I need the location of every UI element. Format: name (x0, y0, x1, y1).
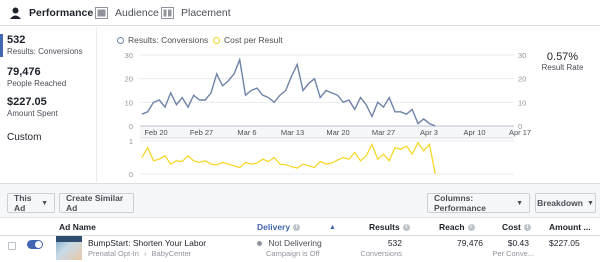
ad-breadcrumb: Prenatal Opt-In › BabyCenter (88, 249, 191, 258)
x-tick-label: Apr 10 (463, 128, 485, 137)
reach-value: 79,476 (457, 238, 483, 248)
column-label: Results (369, 222, 400, 232)
tab-label: Placement (181, 7, 231, 19)
result-rate-label: Result Rate (541, 63, 584, 72)
y-tick-label: 30 (125, 51, 133, 60)
x-tick-label: Feb 20 (144, 128, 167, 137)
button-label: Breakdown (537, 198, 583, 208)
column-delivery[interactable]: Delivery i ▲ (257, 222, 336, 232)
y-tick-label-right: 10 (518, 98, 526, 107)
metric-label: Results: Conversions (7, 47, 83, 56)
table-row: BumpStart: Shorten Your Labor Prenatal O… (0, 236, 600, 262)
chevron-down-icon: ▼ (516, 199, 523, 207)
breakdown-dropdown[interactable]: Breakdown ▼ (535, 193, 596, 213)
audience-icon (95, 7, 108, 19)
tab-audience[interactable]: Audience (95, 5, 159, 21)
y-tick-label: 10 (125, 98, 133, 107)
column-cost[interactable]: Cost i (502, 222, 531, 232)
campaign-link[interactable]: BabyCenter (152, 249, 192, 258)
columns-dropdown[interactable]: Columns: Performance ▼ (427, 193, 530, 213)
chevron-right-icon: › (143, 249, 147, 258)
column-label: Ad Name (59, 222, 96, 232)
result-rate-value: 0.57% (546, 51, 579, 63)
metric-spent[interactable]: $227.05 Amount Spent (0, 96, 95, 119)
column-label: Amount ... (549, 222, 591, 232)
amount-value: $227.05 (549, 238, 580, 248)
cost-value: $0.43 (507, 238, 529, 248)
column-label: Cost (502, 222, 521, 232)
status-toggle[interactable] (27, 240, 43, 249)
column-reach[interactable]: Reach i (439, 222, 475, 232)
results-sub: Conversions (360, 249, 402, 258)
table-toolbar: This Ad ▼ Create Similar Ad Columns: Per… (0, 184, 600, 218)
metric-label: People Reached (7, 79, 67, 88)
chevron-down-icon: ▼ (586, 199, 594, 207)
toggle-knob (35, 241, 42, 248)
delivery-status: Not Delivering (257, 238, 322, 248)
x-tick-label: Feb 27 (190, 128, 213, 137)
x-tick-label: Mar 6 (237, 128, 256, 137)
results-value: 532 (387, 238, 402, 248)
info-icon[interactable]: i (467, 223, 475, 231)
column-amount[interactable]: Amount ... (549, 222, 591, 232)
delivery-label: Not Delivering (268, 238, 322, 248)
x-tick-label: Apr 3 (420, 128, 438, 137)
column-label: Delivery (257, 222, 291, 232)
metric-results[interactable]: 532 Results: Conversions (0, 34, 95, 57)
thumbnail-banner (56, 236, 82, 242)
y-tick-label: 0 (129, 122, 133, 131)
button-label: Columns: Performance (434, 193, 486, 213)
y-tick-label: 20 (125, 75, 133, 84)
column-results[interactable]: Results i (369, 222, 410, 232)
tab-placement[interactable]: Placement (161, 5, 231, 21)
placement-icon (161, 7, 174, 19)
info-icon[interactable]: i (402, 223, 410, 231)
chevron-down-icon: ▼ (41, 199, 48, 207)
cost-sub: Per Conve... (492, 249, 534, 258)
x-tick-label: Mar 27 (372, 128, 395, 137)
delivery-sub: Campaign is Off (266, 249, 320, 258)
x-tick-label: Mar 20 (326, 128, 349, 137)
info-icon[interactable]: i (523, 223, 531, 231)
result-rate: 0.57% Result Rate (525, 51, 600, 72)
metrics-panel: 532 Results: Conversions 79,476 People R… (0, 27, 95, 182)
y-tick-label: 1 (129, 137, 133, 146)
create-similar-ad-button[interactable]: Create Similar Ad (59, 193, 134, 213)
performance-chart: Results: Conversions Cost per Result 001… (96, 27, 600, 182)
button-label: This Ad (14, 193, 32, 213)
tab-label: Audience (115, 7, 159, 19)
x-tick-label: Mar 13 (281, 128, 304, 137)
table-header: Ad Name Delivery i ▲ Results i Reach i C… (0, 218, 600, 236)
tab-bar: Performance Audience Placement (0, 0, 600, 26)
metric-label: Amount Spent (7, 109, 58, 118)
custom-metric-link[interactable]: Custom (7, 132, 41, 143)
y-tick-label-right: 20 (518, 75, 526, 84)
metric-value: 79,476 (7, 66, 41, 78)
ad-thumbnail[interactable] (56, 236, 82, 260)
row-checkbox[interactable] (8, 242, 16, 250)
metric-value: $227.05 (7, 96, 47, 108)
metric-value: 532 (7, 34, 26, 46)
this-ad-dropdown[interactable]: This Ad ▼ (7, 193, 55, 213)
series-cost-line (141, 141, 436, 175)
metric-reach[interactable]: 79,476 People Reached (0, 66, 95, 89)
adset-link[interactable]: Prenatal Opt-In (88, 249, 139, 258)
person-icon (9, 7, 22, 19)
button-label: Create Similar Ad (66, 193, 124, 213)
ad-name-link[interactable]: BumpStart: Shorten Your Labor (88, 238, 206, 248)
sort-asc-icon: ▲ (329, 223, 336, 231)
column-label: Reach (439, 222, 465, 232)
status-dot-icon (257, 241, 262, 246)
series-conversions-line (141, 57, 436, 127)
x-tick-label: Apr 17 (509, 128, 531, 137)
info-icon[interactable]: i (293, 223, 301, 231)
tab-performance[interactable]: Performance (9, 5, 93, 21)
y-tick-label: 0 (129, 170, 133, 179)
tab-label: Performance (29, 7, 94, 19)
column-ad-name[interactable]: Ad Name (59, 222, 96, 232)
